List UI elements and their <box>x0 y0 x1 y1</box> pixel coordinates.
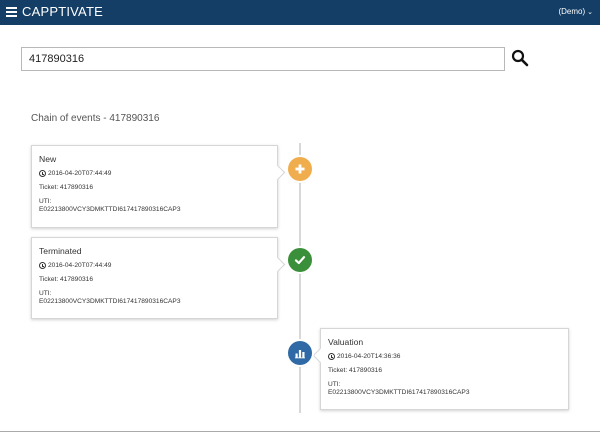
event-timestamp-row: 2016-04-20T14:36:36 <box>328 353 561 360</box>
event-card-new[interactable]: New 2016-04-20T07:44:49 Ticket: 41789031… <box>31 145 278 228</box>
check-icon <box>294 256 306 265</box>
chain-of-events-title: Chain of events - 417890316 <box>31 113 160 124</box>
search-icon[interactable] <box>511 49 529 67</box>
event-timestamp: 2016-04-20T07:44:49 <box>48 170 112 177</box>
bar-chart-icon <box>295 350 305 359</box>
event-timestamp: 2016-04-20T14:36:36 <box>337 353 401 360</box>
event-badge-new <box>288 157 312 181</box>
event-badge-valuation <box>288 341 312 365</box>
search-input[interactable] <box>21 47 505 71</box>
event-uti-label: UTI: <box>39 198 52 205</box>
event-badge-terminated <box>288 248 312 272</box>
event-title: Valuation <box>328 337 364 347</box>
brand-logo[interactable]: CAPPTIVATE <box>22 4 103 19</box>
event-timestamp: 2016-04-20T07:44:49 <box>48 262 112 269</box>
event-uti: E02213800VCY3DMKTTDI617417890316CAP3 <box>39 206 181 213</box>
bottom-divider <box>0 431 600 432</box>
clock-icon <box>39 262 46 269</box>
event-uti-label: UTI: <box>39 290 52 297</box>
event-card-valuation[interactable]: Valuation 2016-04-20T14:36:36 Ticket: 41… <box>320 328 569 410</box>
user-menu-dropdown[interactable]: (Demo) ⌄ <box>558 7 593 16</box>
event-ticket: Ticket: 417890316 <box>39 276 94 283</box>
event-ticket: Ticket: 417890316 <box>328 367 383 374</box>
event-timestamp-row: 2016-04-20T07:44:49 <box>39 170 270 177</box>
event-title: New <box>39 154 57 164</box>
plus-icon <box>295 164 305 174</box>
clock-icon <box>39 170 46 177</box>
top-navbar: CAPPTIVATE (Demo) ⌄ <box>0 0 600 25</box>
timeline-line <box>299 143 301 413</box>
hamburger-menu-icon[interactable] <box>6 7 17 17</box>
event-ticket: Ticket: 417890316 <box>39 184 94 191</box>
event-uti: E02213800VCY3DMKTTDI617417890316CAP3 <box>39 298 181 305</box>
event-timestamp-row: 2016-04-20T07:44:49 <box>39 262 270 269</box>
event-uti: E02213800VCY3DMKTTDI617417890316CAP3 <box>328 389 470 396</box>
user-menu-label: (Demo) <box>558 7 586 16</box>
event-card-terminated[interactable]: Terminated 2016-04-20T07:44:49 Ticket: 4… <box>31 237 278 319</box>
event-title: Terminated <box>39 246 82 256</box>
chevron-down-icon: ⌄ <box>587 9 593 16</box>
event-uti-label: UTI: <box>328 381 341 388</box>
clock-icon <box>328 353 335 360</box>
